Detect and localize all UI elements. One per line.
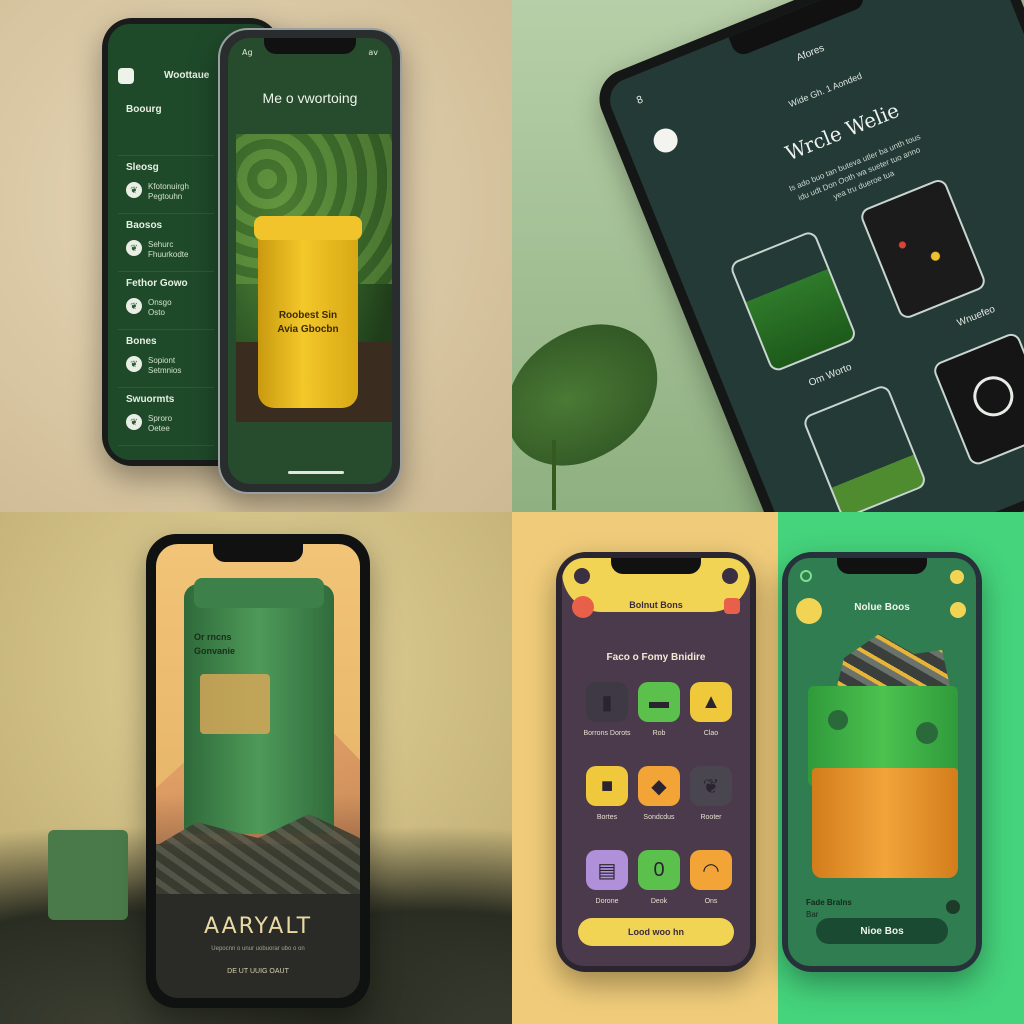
main-phone-screen: Or rncns Gonvanie AARYALT Uepocnn o unur… [156,544,360,998]
list-item[interactable]: Baosos ❦ Sehurc Fhuurkodte [118,212,214,272]
list-item-sub: Sproro Oetee [148,414,173,433]
header: Bolnut Bons [629,600,683,610]
bin-badge-right [916,722,938,744]
menu-icon[interactable] [722,568,738,584]
purple-phone-screen: Bolnut Bons Faco o Fomy Bnidire ▮ Borrons… [562,558,750,966]
list-item[interactable]: Sleosg ❦ Kfotonuirgh Pegtouhn [118,154,214,214]
info-icon[interactable] [946,900,960,914]
app-footer: DE UT UUIG OAUT [227,968,289,975]
bin-lid [254,216,362,240]
bin-badge [828,710,848,730]
list-item[interactable]: Swuormts ❦ Sproro Oetee [118,386,214,446]
list-item[interactable]: Fethor Gowo ❦ Onsgo Osto [118,270,214,330]
tile-caption: Rooter [700,814,722,821]
app-title: AARYALT [203,914,313,939]
compost-bin: Roobest Sin Avia Gbocbn [254,216,362,408]
leaf-icon: ❦ [126,414,142,430]
list-item-label: Boourg [126,104,162,115]
app-subtitle: Uepocnn o unur uobuorar ubo o on [211,946,305,952]
tilted-phone-screen: 8 Afores Wide Gh. 1 Aonded Wrcle Welie I… [603,0,1024,512]
status-left: 8 [635,94,646,107]
sack-icon[interactable]: ◆ [638,766,680,806]
hero-image: Roobest Sin Avia Gbocbn [236,134,392,422]
jar-mixed[interactable] [858,176,988,321]
bin-label-line1: Roobest Sin [278,310,338,321]
bin-icon[interactable]: ▮ [586,682,628,722]
jar-label-2: Wnuefeo [955,303,997,330]
purple-phone: Bolnut Bons Faco o Fomy Bnidire ▮ Borrons… [556,552,756,972]
list-item[interactable]: Bones ❦ Sopiont Setmnios [118,328,214,388]
app-header: Woottaue [164,70,210,81]
jar-dark[interactable] [931,330,1024,468]
box-text-2: Gonvanie [194,646,236,656]
box-text-1: Or rncns [194,632,232,642]
tile-caption: Sondcdus [643,814,675,821]
panel-bottom-left: Or rncns Gonvanie AARYALT Uepocnn o unur… [0,512,512,1024]
list-item-label: Swuormts [126,394,175,405]
home-indicator [288,471,344,474]
panel-bottom-right: Bolnut Bons Faco o Fomy Bnidire ▮ Borrons… [512,512,1024,1024]
list-item-sub: Sehurc Fhuurkodte [148,240,189,259]
front-phone: Ag av Me o vwortoing Roobest Sin Avia Gb… [218,28,402,494]
list-item-label: Bones [126,336,157,347]
recycling-box: Or rncns Gonvanie [184,578,334,834]
tilted-phone: 8 Afores Wide Gh. 1 Aonded Wrcle Welie I… [590,0,1024,512]
tray-icon[interactable]: ▬ [638,682,680,722]
heading: Faco o Fomy Bnidire [606,652,706,663]
panel-top-right: 8 Afores Wide Gh. 1 Aonded Wrcle Welie I… [512,0,1024,512]
list-item-label: Baosos [126,220,163,231]
caption-line1: Fade Bralns [806,898,852,907]
list-item-label: Sleosg [126,162,159,173]
leaf-icon: ❦ [126,182,142,198]
jar-label-1: Om Worto [807,361,854,389]
logo-icon [800,570,812,582]
header: Nolue Boos [854,602,910,613]
bag-icon[interactable]: ■ [586,766,628,806]
panel-top-left: Woottaue Boourg Sleosg ❦ Kfotonuirgh Pegtou… [0,0,512,512]
status-left: Ag [242,48,253,57]
leaf-decoration [512,308,679,482]
tile-caption: Dorone [595,898,619,905]
main-phone: Or rncns Gonvanie AARYALT Uepocnn o unur… [146,534,370,1008]
tile-caption: Rob [652,730,666,737]
tile-caption: Deok [650,898,668,905]
green-phone-screen: Nolue Boos Fade Bralns Bar Nioe Bos [788,558,976,966]
leaf-icon[interactable]: ❦ [690,766,732,806]
status-right: av [368,48,378,57]
hat-icon[interactable]: ▲ [690,682,732,722]
leaf-icon: ❦ [126,356,142,372]
front-phone-screen: Ag av Me o vwortoing Roobest Sin Avia Gb… [228,38,392,484]
green-phone: Nolue Boos Fade Bralns Bar Nioe Bos [782,552,982,972]
bin-label-line2: Avia Gbocbn [277,324,339,335]
caption-line2: Bar [806,910,819,919]
app-logo [118,68,134,84]
green-canister [48,830,128,920]
leaf-icon: ❦ [126,298,142,314]
list-item-sub: Onsgo Osto [148,298,172,317]
leaf-icon: ❦ [126,240,142,256]
list-item[interactable]: Boourg [118,96,214,156]
box-sticker [200,674,270,734]
jar-green[interactable] [728,229,858,374]
box-lid [194,578,324,608]
settings-icon[interactable] [950,570,964,584]
tile-caption: Ons [704,898,718,905]
tile-caption: Borrons Dorots [583,730,631,737]
zero-icon[interactable]: 0 [638,850,680,890]
cta-button[interactable]: Lood woo hn [578,918,734,946]
leaf-stem [552,440,556,510]
page-title: Me o vwortoing [262,90,358,106]
jar-empty[interactable] [801,383,928,512]
saucer-icon[interactable]: ◠ [690,850,732,890]
list-item-sub: Sopiont Setmnios [148,356,182,375]
list-item-sub: Kfotonuirgh Pegtouhn [148,182,189,201]
cta-button[interactable]: Nioe Bos [816,918,948,944]
target-icon [967,370,1020,423]
list-item-label: Fethor Gowo [126,278,188,289]
tile-caption: Bortes [596,814,618,821]
orange-bin [812,768,958,878]
sheet-icon[interactable]: ▤ [586,850,628,890]
logo-icon [574,568,590,584]
tile-caption: Clao [703,730,719,737]
